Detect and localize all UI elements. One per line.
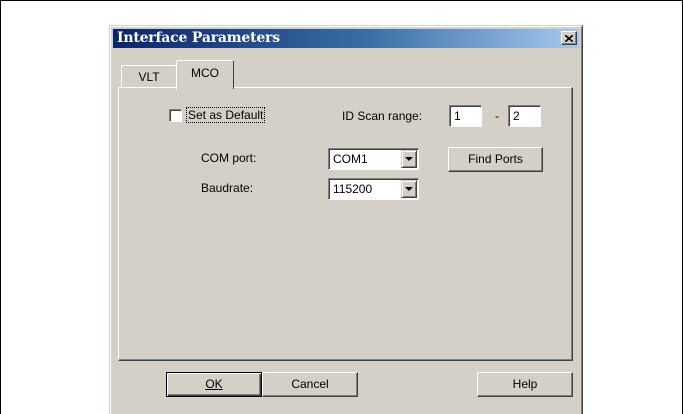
id-scan-range-label: ID Scan range: <box>342 109 423 123</box>
tab-vlt-label: VLT <box>138 70 160 84</box>
title-bar[interactable]: Interface Parameters <box>113 29 579 48</box>
baudrate-label: Baudrate: <box>201 181 254 195</box>
baudrate-select[interactable]: 115200 <box>328 178 419 200</box>
tab-mco-label: MCO <box>191 66 219 80</box>
close-button[interactable] <box>561 31 577 45</box>
tab-mco[interactable]: MCO <box>176 60 234 89</box>
ok-button[interactable]: OK <box>166 372 262 397</box>
com-port-select[interactable]: COM1 <box>328 148 419 170</box>
com-port-label: COM port: <box>201 151 257 165</box>
interface-parameters-dialog: Interface Parameters VLT MCO Set as Defa… <box>109 25 583 414</box>
set-as-default-label[interactable]: Set as Default <box>185 107 266 123</box>
com-port-value: COM1 <box>333 152 368 166</box>
baudrate-value: 115200 <box>333 182 373 196</box>
set-as-default-checkbox[interactable] <box>169 109 182 122</box>
mco-tab-panel <box>118 87 573 361</box>
id-scan-to-input[interactable]: 2 <box>508 105 541 127</box>
cancel-button[interactable]: Cancel <box>262 372 358 397</box>
help-button[interactable]: Help <box>477 372 573 397</box>
chevron-down-icon[interactable] <box>401 150 417 168</box>
close-icon <box>565 34 573 42</box>
ok-button-label: OK <box>205 377 223 391</box>
chevron-down-icon[interactable] <box>401 180 417 198</box>
id-scan-separator: - <box>495 109 499 123</box>
window-title: Interface Parameters <box>117 30 280 46</box>
tab-vlt[interactable]: VLT <box>121 65 177 87</box>
find-ports-button[interactable]: Find Ports <box>448 147 543 172</box>
id-scan-from-input[interactable]: 1 <box>449 105 482 127</box>
